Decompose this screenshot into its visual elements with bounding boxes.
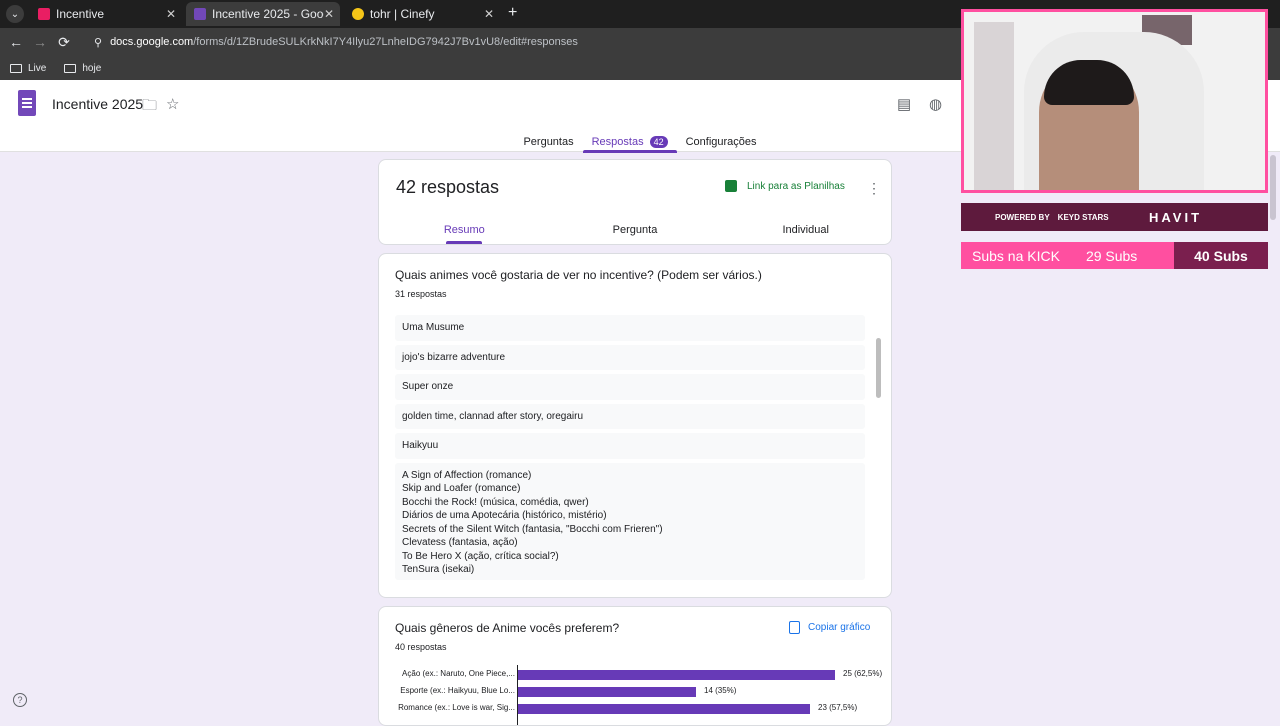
star-icon[interactable]: ☆ — [166, 95, 179, 113]
link-to-sheets-label: Link para as Planilhas — [747, 180, 845, 192]
tab-questions[interactable]: Perguntas — [514, 132, 582, 152]
bar-row: Esporte (ex.: Haikyuu, Blue Lo... 14 (35%… — [379, 686, 891, 698]
tab-favicon-icon — [38, 8, 50, 20]
google-forms-logo-icon[interactable] — [18, 90, 36, 116]
tab-question[interactable]: Pergunta — [550, 224, 721, 244]
bookmark-live[interactable]: Live — [10, 63, 46, 74]
question-title: Quais animes você gostaria de ver no inc… — [395, 268, 762, 282]
copy-chart-button[interactable]: Copiar gráfico — [789, 621, 870, 634]
bar-category-label: Esporte (ex.: Haikyuu, Blue Lo... — [400, 686, 515, 695]
tab-title: Incentive — [56, 7, 105, 21]
subs-goal-bar: Subs na KICK 29 Subs 40 Subs — [961, 242, 1268, 269]
tab-individual[interactable]: Individual — [720, 224, 891, 244]
folder-icon — [64, 63, 77, 73]
sheets-icon — [725, 180, 737, 192]
bar-value-label: 25 (62,5%) — [843, 669, 883, 678]
help-icon[interactable]: ? — [13, 693, 27, 707]
question-response-count: 40 respostas — [395, 642, 447, 652]
more-options-icon[interactable]: ⋮ — [867, 180, 881, 197]
back-icon[interactable]: ← — [4, 34, 28, 50]
url-host: docs.google.com — [110, 36, 194, 48]
url-path: /forms/d/1ZBrudeSULKrkNkI7Y4Ilyu27LnheID… — [193, 36, 578, 48]
tab-settings-label: Configurações — [685, 136, 757, 148]
add-ons-icon[interactable]: ▤ — [897, 95, 911, 113]
forms-favicon-icon — [194, 8, 206, 20]
tab-cinefy[interactable]: tohr | Cinefy ✕ — [344, 2, 500, 26]
new-tab-icon[interactable]: + — [508, 4, 517, 22]
tab-title: tohr | Cinefy — [370, 7, 435, 21]
sponsor-banner: POWERED BY KEYD STARS HAVIT — [961, 203, 1268, 231]
answer-item: jojo's bizarre adventure — [395, 344, 865, 370]
bookmark-hoje[interactable]: hoje — [64, 63, 101, 74]
question-title: Quais gêneros de Anime vocês preferem? — [395, 621, 620, 635]
subs-goal: 40 Subs — [1174, 242, 1268, 269]
answer-item: golden time, clannad after story, oregai… — [395, 403, 865, 429]
tab-title: Incentive 2025 - Google Formu — [212, 7, 324, 21]
summary-tabs: Resumo Pergunta Individual — [379, 224, 891, 244]
bar-row: Romance (ex.: Love is war, Sig... 23 (57,… — [379, 703, 891, 715]
close-icon[interactable]: ✕ — [166, 7, 176, 21]
responses-summary-card: 42 respostas Link para as Planilhas ⋮ Re… — [378, 159, 892, 245]
responses-count-title: 42 respostas — [396, 177, 500, 197]
bar[interactable] — [518, 670, 835, 680]
tab-questions-label: Perguntas — [523, 136, 574, 148]
answer-item: Super onze — [395, 374, 865, 400]
answer-item: A Sign of Affection (romance) Skip and L… — [395, 462, 865, 580]
link-to-sheets-button[interactable]: Link para as Planilhas — [725, 180, 845, 192]
bar-category-label: Romance (ex.: Love is war, Sig... — [398, 703, 515, 712]
bar[interactable] — [518, 704, 810, 714]
site-settings-icon[interactable]: ⚲ — [94, 36, 102, 49]
bar-value-label: 23 (57,5%) — [818, 703, 858, 712]
answer-list-scrollbar[interactable] — [876, 338, 881, 398]
bar-category-label: Ação (ex.: Naruto, One Piece,... — [402, 669, 515, 678]
responses-count-badge: 42 — [649, 136, 668, 148]
tab-incentive[interactable]: Incentive ✕ — [30, 2, 182, 26]
subs-label: Subs na KICK — [972, 247, 1060, 264]
palette-icon[interactable]: ◍ — [929, 95, 942, 113]
tab-responses-label: Respostas — [591, 136, 644, 148]
url-field[interactable]: ⚲ docs.google.com/forms/d/1ZBrudeSULKrkN… — [94, 36, 578, 49]
sponsor-brand: KEYD STARS — [1057, 212, 1109, 222]
cinefy-favicon-icon — [352, 8, 364, 20]
tab-google-forms[interactable]: Incentive 2025 - Google Formu ✕ — [186, 2, 340, 26]
close-icon[interactable]: ✕ — [484, 7, 494, 21]
answer-item: Uma Musume — [395, 315, 865, 341]
bar[interactable] — [518, 687, 696, 697]
question-card-animes: Quais animes você gostaria de ver no inc… — [378, 253, 892, 598]
tab-settings[interactable]: Configurações — [677, 132, 766, 152]
sponsor-havit: HAVIT — [1149, 209, 1203, 225]
reload-icon[interactable]: ⟳ — [52, 34, 76, 51]
move-to-folder-icon[interactable]: 🗀 — [142, 95, 157, 120]
webcam-shelf — [974, 22, 1014, 190]
answer-item: Haikyuu — [395, 433, 865, 459]
question-card-genres: Quais gêneros de Anime vocês preferem? 4… — [378, 606, 892, 726]
bookmark-label: Live — [28, 62, 47, 74]
bookmark-label: hoje — [82, 62, 102, 74]
question-response-count: 31 respostas — [395, 289, 447, 299]
copy-icon — [789, 621, 800, 634]
tab-search-icon[interactable]: ⌄ — [6, 5, 24, 23]
folder-icon — [10, 63, 22, 73]
form-title[interactable]: Incentive 2025 — [52, 96, 143, 112]
bar-row: Ação (ex.: Naruto, One Piece,... 25 (62,5… — [379, 669, 891, 681]
webcam-overlay — [961, 9, 1268, 193]
answer-list[interactable]: Uma Musume jojo's bizarre adventure Supe… — [395, 315, 865, 584]
forward-icon[interactable]: → — [28, 34, 52, 50]
subs-current: 29 Subs — [1085, 247, 1138, 264]
page-scrollbar[interactable] — [1270, 155, 1276, 220]
tab-summary[interactable]: Resumo — [379, 224, 550, 244]
sponsor-powered-label: POWERED BY — [995, 212, 1050, 222]
copy-chart-label: Copiar gráfico — [808, 622, 871, 633]
bar-value-label: 14 (35%) — [704, 686, 737, 695]
close-icon[interactable]: ✕ — [324, 7, 334, 21]
tab-responses[interactable]: Respostas 42 — [582, 132, 677, 153]
